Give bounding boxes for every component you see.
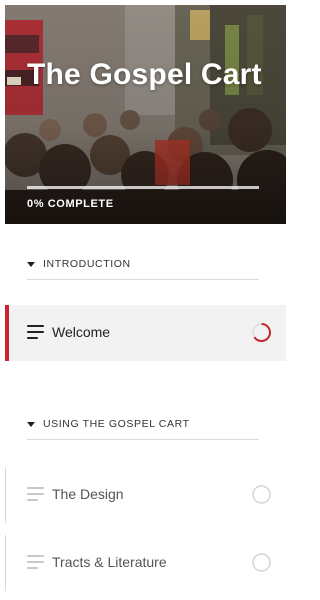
section-label: USING THE GOSPEL CART: [43, 418, 190, 430]
list-lines-icon: [27, 325, 44, 339]
lesson-divider: [5, 467, 6, 523]
progress-ring-icon: [252, 323, 271, 342]
lesson-divider: [5, 535, 6, 591]
course-hero: The Gospel Cart 0% COMPLETE: [5, 5, 286, 224]
hero-overlay: [5, 5, 286, 224]
section-header-introduction[interactable]: INTRODUCTION: [27, 258, 259, 280]
section-label: INTRODUCTION: [43, 258, 131, 270]
list-lines-icon: [27, 487, 44, 501]
lesson-item-the-design[interactable]: The Design: [5, 467, 286, 523]
lesson-item-welcome[interactable]: Welcome: [5, 305, 286, 361]
caret-down-icon: [27, 262, 35, 267]
active-lesson-indicator: [5, 305, 9, 361]
caret-down-icon: [27, 422, 35, 427]
empty-circle-icon: [252, 553, 271, 572]
lesson-title: Tracts & Literature: [52, 554, 167, 570]
empty-circle-icon: [252, 485, 271, 504]
section-header-using-the-gospel-cart[interactable]: USING THE GOSPEL CART: [27, 418, 259, 440]
course-sidebar: The Gospel Cart 0% COMPLETE INTRODUCTION…: [5, 5, 286, 600]
lesson-title: Welcome: [52, 324, 111, 340]
list-lines-icon: [27, 555, 44, 569]
course-progress-text: 0% COMPLETE: [27, 198, 114, 210]
course-title: The Gospel Cart: [27, 58, 262, 91]
lesson-item-tracts-literature[interactable]: Tracts & Literature: [5, 535, 286, 591]
course-progress-bar: [27, 186, 259, 189]
lesson-title: The Design: [52, 486, 124, 502]
